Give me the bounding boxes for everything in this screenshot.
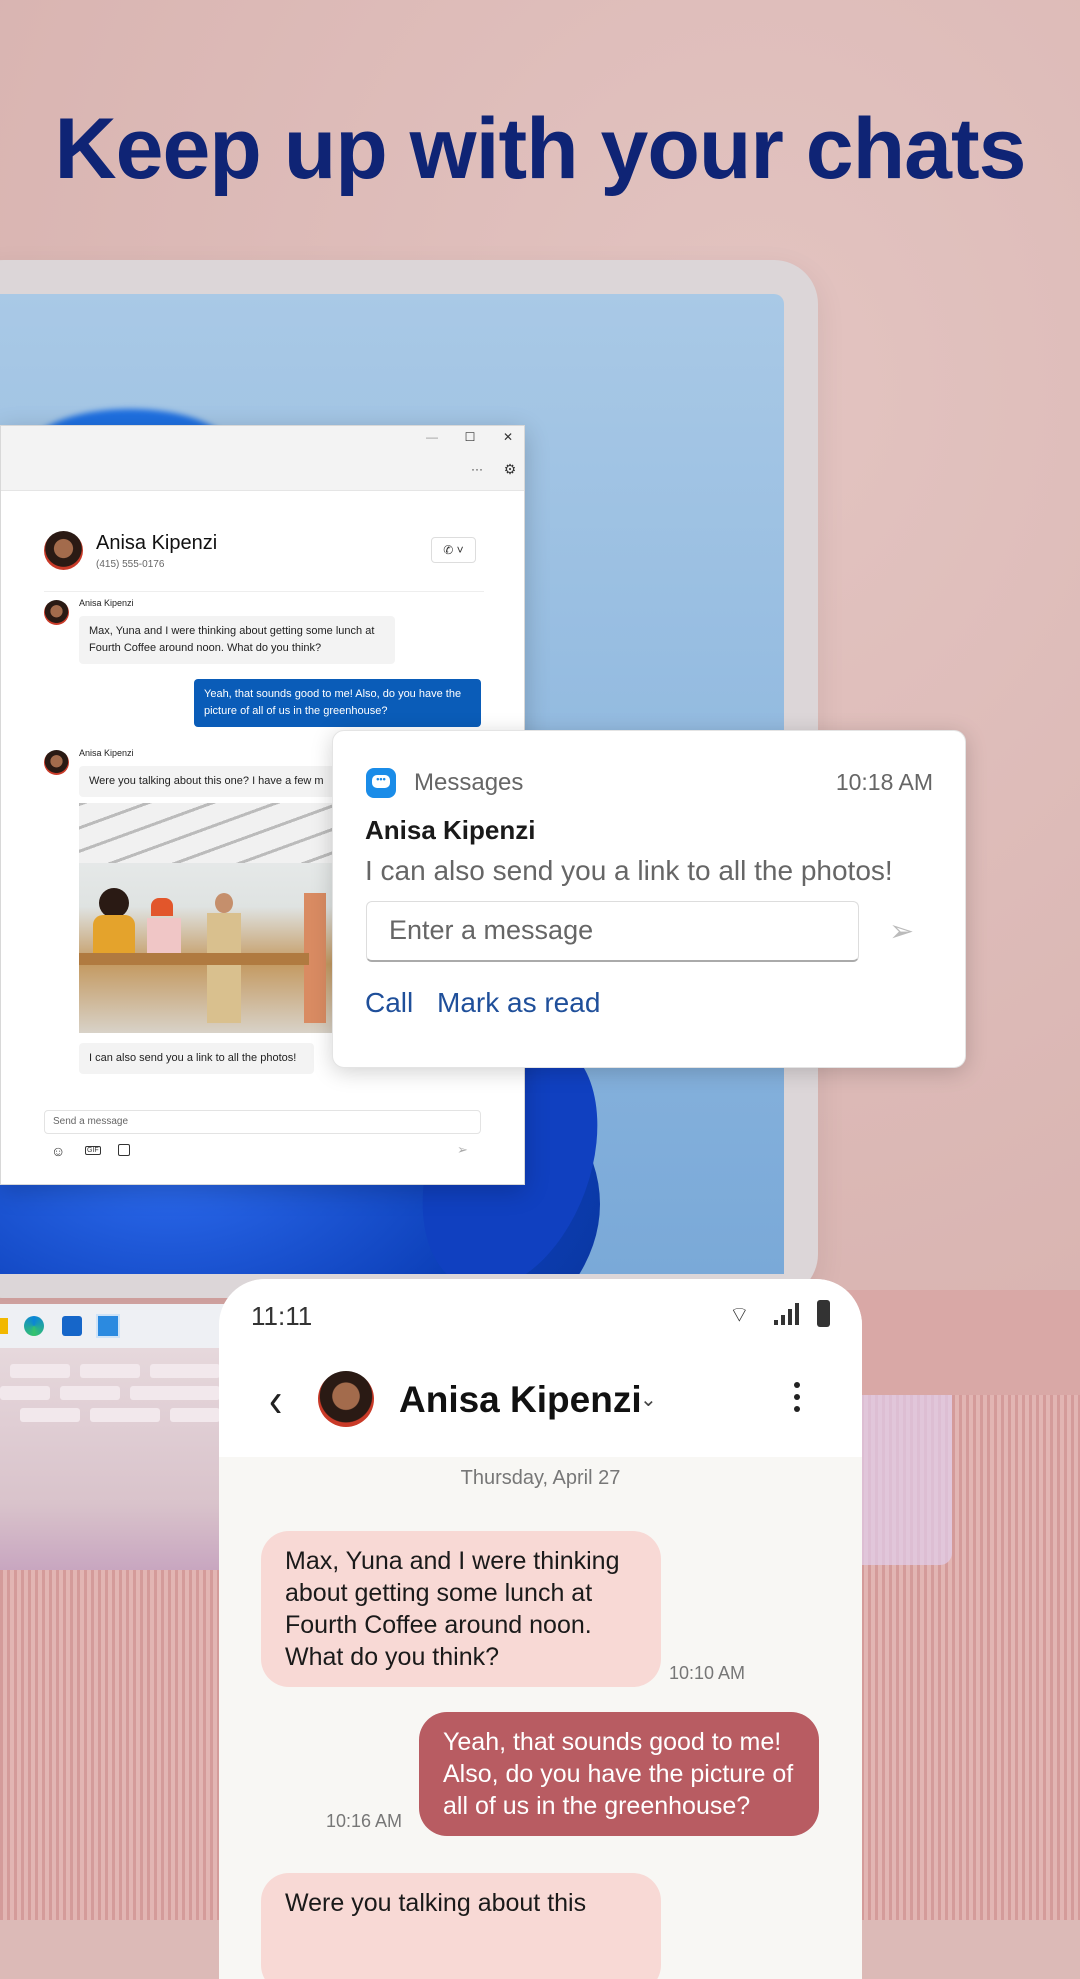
phone-screen: 11:11 ⌔ ‹ Anisa Kipenzi ⌄ Thursday, Apri… bbox=[219, 1279, 862, 1979]
edge-icon[interactable] bbox=[24, 1316, 44, 1336]
sender-avatar bbox=[44, 750, 69, 775]
back-button[interactable]: ‹ bbox=[269, 1375, 282, 1429]
settings-gear-icon[interactable]: ⚙ bbox=[500, 461, 520, 478]
message-bubble-incoming[interactable]: Max, Yuna and I were thinking about gett… bbox=[261, 1531, 661, 1687]
contact-name: Anisa Kipenzi bbox=[96, 532, 218, 554]
battery-icon bbox=[817, 1300, 830, 1327]
message-bubble: I can also send you a link to all the ph… bbox=[79, 1043, 314, 1074]
store-icon[interactable] bbox=[62, 1316, 82, 1336]
more-options-button[interactable] bbox=[794, 1382, 802, 1412]
phone-icon: ✆ ˅ bbox=[443, 543, 464, 557]
taskbar bbox=[0, 1304, 230, 1348]
file-explorer-icon[interactable] bbox=[0, 1318, 8, 1334]
image-icon[interactable] bbox=[118, 1144, 130, 1156]
title-bar: — ☐ ✕ ··· ⚙ bbox=[1, 426, 524, 491]
notification-app-name: Messages bbox=[414, 769, 524, 796]
more-options-button[interactable]: ··· bbox=[467, 462, 487, 476]
message-bubble: Max, Yuna and I were thinking about gett… bbox=[79, 616, 395, 664]
headline: Keep up with your chats bbox=[54, 101, 1027, 197]
message-time: 10:16 AM bbox=[326, 1811, 403, 1831]
notification-body: I can also send you a link to all the ph… bbox=[365, 855, 893, 886]
greenhouse-photo[interactable] bbox=[79, 803, 332, 1033]
divider bbox=[44, 591, 484, 592]
reply-input[interactable]: Enter a message bbox=[366, 901, 859, 962]
sender-avatar bbox=[44, 600, 69, 625]
message-bubble-outgoing[interactable]: Yeah, that sounds good to me! Also, do y… bbox=[419, 1712, 819, 1836]
messages-app-icon: ••• bbox=[366, 768, 396, 798]
message-input[interactable]: Send a message bbox=[44, 1110, 481, 1134]
message-bubble-incoming[interactable]: Were you talking about this bbox=[261, 1873, 661, 1979]
maximize-button[interactable]: ☐ bbox=[460, 430, 480, 444]
contact-phone: (415) 555-0176 bbox=[96, 559, 165, 570]
phone-link-icon[interactable] bbox=[96, 1314, 120, 1338]
message-bubble-outgoing: Yeah, that sounds good to me! Also, do y… bbox=[194, 679, 481, 727]
call-action[interactable]: Call bbox=[365, 987, 413, 1019]
date-divider: Thursday, April 27 bbox=[460, 1467, 621, 1489]
keyboard bbox=[0, 1348, 230, 1570]
message-notification[interactable]: ••• Messages 10:18 AM Anisa Kipenzi I ca… bbox=[332, 730, 966, 1068]
status-time: 11:11 bbox=[251, 1301, 313, 1331]
wifi-icon: ⌔ bbox=[729, 1302, 750, 1327]
send-icon[interactable]: ➢ bbox=[889, 914, 914, 949]
message-time: 10:10 AM bbox=[669, 1663, 746, 1683]
gif-icon[interactable]: GIF bbox=[85, 1146, 101, 1155]
close-button[interactable]: ✕ bbox=[498, 430, 518, 444]
fabric-texture-left bbox=[0, 1570, 230, 1920]
signal-icon bbox=[774, 1301, 799, 1325]
notification-time: 10:18 AM bbox=[835, 769, 933, 795]
call-dropdown-button[interactable]: ✆ ˅ bbox=[431, 537, 476, 563]
notification-sender: Anisa Kipenzi bbox=[365, 815, 536, 845]
sender-name: Anisa Kipenzi bbox=[79, 748, 134, 758]
laptop-stand bbox=[862, 1395, 952, 1565]
chevron-down-icon[interactable]: ⌄ bbox=[640, 1387, 657, 1412]
contact-avatar bbox=[44, 531, 83, 570]
send-icon[interactable]: ➢ bbox=[457, 1142, 468, 1158]
contact-name[interactable]: Anisa Kipenzi bbox=[399, 1379, 642, 1421]
mark-as-read-action[interactable]: Mark as read bbox=[437, 987, 600, 1019]
phone-header bbox=[219, 1279, 862, 1457]
sender-name: Anisa Kipenzi bbox=[79, 598, 134, 608]
minimize-button[interactable]: — bbox=[422, 430, 442, 444]
contact-avatar[interactable] bbox=[318, 1371, 374, 1427]
emoji-icon[interactable]: ☺ bbox=[51, 1143, 65, 1159]
